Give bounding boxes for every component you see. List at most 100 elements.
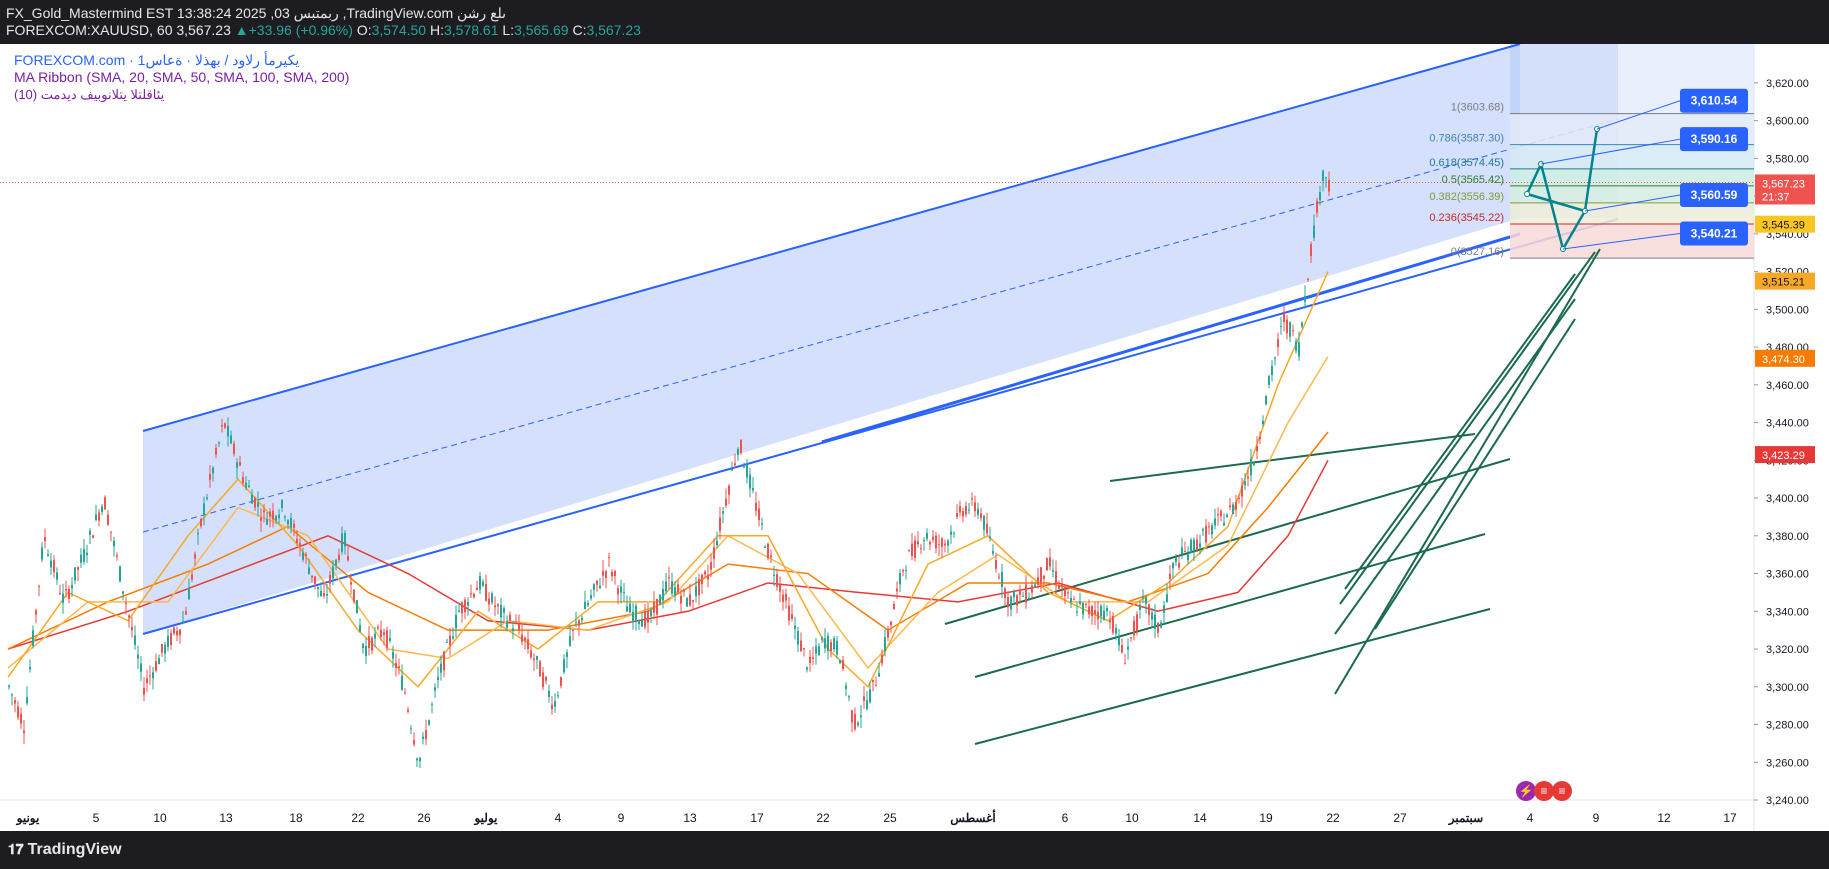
- candle-body: [680, 595, 682, 604]
- candle-body: [998, 576, 1000, 578]
- candle-body: [176, 630, 178, 636]
- candle-body: [314, 576, 316, 585]
- candle-body: [449, 635, 451, 646]
- candle-body: [734, 463, 736, 466]
- candle-body: [887, 629, 889, 638]
- candle-body: [1088, 606, 1090, 615]
- fib-level-label: 1(3603.68): [1451, 102, 1504, 114]
- candle-body: [1217, 514, 1219, 516]
- candle-body: [188, 588, 190, 600]
- candle-body: [860, 715, 862, 718]
- candle-body: [89, 530, 91, 535]
- y-tick-label: 3,580.00: [1766, 153, 1809, 165]
- candle-body: [77, 567, 79, 570]
- x-tick-label: 17: [750, 811, 764, 825]
- candle-body: [1082, 603, 1084, 615]
- us-flag-icon-2[interactable]: ≡: [1552, 781, 1572, 801]
- candle-body: [881, 655, 883, 664]
- candle-body: [1010, 596, 1012, 610]
- lightning-icon[interactable]: ⚡: [1516, 781, 1536, 801]
- tv-logo-icon: 𝟏𝟕: [8, 841, 24, 857]
- price-tag-text: 3,423.29: [1762, 450, 1805, 462]
- candle-body: [965, 505, 967, 515]
- x-tick-label: 10: [153, 811, 167, 825]
- candle-body: [899, 573, 901, 585]
- candle-body: [1322, 170, 1324, 182]
- candle-body: [638, 621, 640, 625]
- candle-body: [1007, 597, 1009, 608]
- us-flag-icon[interactable]: ≡: [1534, 781, 1554, 801]
- candle-body: [665, 581, 667, 592]
- candle-body: [914, 540, 916, 558]
- price-tag-countdown: 21:37: [1762, 191, 1790, 203]
- candle-body: [617, 588, 619, 595]
- candle-body: [131, 627, 133, 631]
- candle-body: [1064, 587, 1066, 597]
- candle-body: [56, 572, 58, 580]
- price-tag-text: 3,545.39: [1762, 220, 1805, 232]
- candle-body: [80, 554, 82, 563]
- candle-body: [539, 661, 541, 677]
- candle-body: [671, 581, 673, 594]
- candle-body: [953, 532, 955, 534]
- y-tick-label: 3,300.00: [1766, 682, 1809, 694]
- candle-body: [851, 710, 853, 723]
- candle-body: [209, 474, 211, 480]
- candle-body: [1319, 192, 1321, 201]
- legend-fib-indicator[interactable]: (10) يئاقلتلا يتلانوبيف ديدمت: [14, 86, 349, 103]
- candle-body: [1220, 511, 1222, 516]
- candle-body: [161, 644, 163, 653]
- candle-body: [785, 593, 787, 601]
- candle-body: [395, 662, 397, 668]
- candle-body: [1274, 357, 1276, 359]
- candle-body: [272, 510, 274, 520]
- candle-body: [635, 605, 637, 621]
- candle-body: [593, 584, 595, 590]
- candle-body: [38, 585, 40, 587]
- candle-body: [1190, 539, 1192, 553]
- candle-body: [266, 519, 268, 525]
- candle-body: [875, 685, 877, 687]
- candle-body: [908, 550, 910, 552]
- candle-body: [1256, 446, 1258, 452]
- fib-level-label: 0.786(3587.30): [1429, 133, 1504, 145]
- candle-body: [755, 502, 757, 511]
- candle-body: [962, 510, 964, 517]
- candle-body: [1292, 330, 1294, 332]
- candle-body: [641, 620, 643, 627]
- candle-body: [548, 690, 550, 698]
- candle-body: [695, 586, 697, 597]
- x-tick-label: 25: [883, 811, 897, 825]
- candle-body: [1103, 610, 1105, 621]
- candle-body: [647, 611, 649, 623]
- candle-body: [1259, 436, 1261, 439]
- candle-body: [710, 562, 712, 570]
- candle-body: [215, 447, 217, 455]
- candle-body: [986, 523, 988, 534]
- candle-body: [791, 614, 793, 619]
- low-label: L:: [502, 22, 515, 38]
- candle-body: [221, 424, 223, 427]
- candle-body: [1283, 313, 1285, 323]
- candle-body: [47, 554, 49, 556]
- candle-body: [20, 713, 22, 724]
- tradingview-logo[interactable]: 𝟏𝟕 TradingView: [8, 841, 122, 859]
- candle-body: [1154, 614, 1156, 629]
- candle-body: [35, 610, 37, 615]
- candle-body: [599, 585, 601, 588]
- candle-body: [206, 497, 208, 499]
- candle-body: [1307, 279, 1309, 281]
- legend-ma-ribbon[interactable]: MA Ribbon (SMA, 20, SMA, 50, SMA, 100, S…: [14, 69, 349, 86]
- x-tick-label: 13: [219, 811, 233, 825]
- candle-body: [1040, 567, 1042, 584]
- chart-area[interactable]: 3,240.00 3,260.00 3,280.00 3,300.00 3,320.00…: [0, 44, 1829, 831]
- candle-body: [1214, 518, 1216, 526]
- candle-body: [1145, 597, 1147, 604]
- price-chart[interactable]: 3,240.00 3,260.00 3,280.00 3,300.00 3,320.00…: [0, 44, 1829, 831]
- candle-body: [1304, 296, 1306, 302]
- candle-body: [452, 636, 454, 639]
- candle-body: [1232, 504, 1234, 514]
- legend-symbol[interactable]: FOREXCOM.com · يكيرمأ رلاود / بهذلا · ةع…: [14, 52, 349, 69]
- x-tick-label: 22: [351, 811, 365, 825]
- candle-body: [1169, 573, 1171, 579]
